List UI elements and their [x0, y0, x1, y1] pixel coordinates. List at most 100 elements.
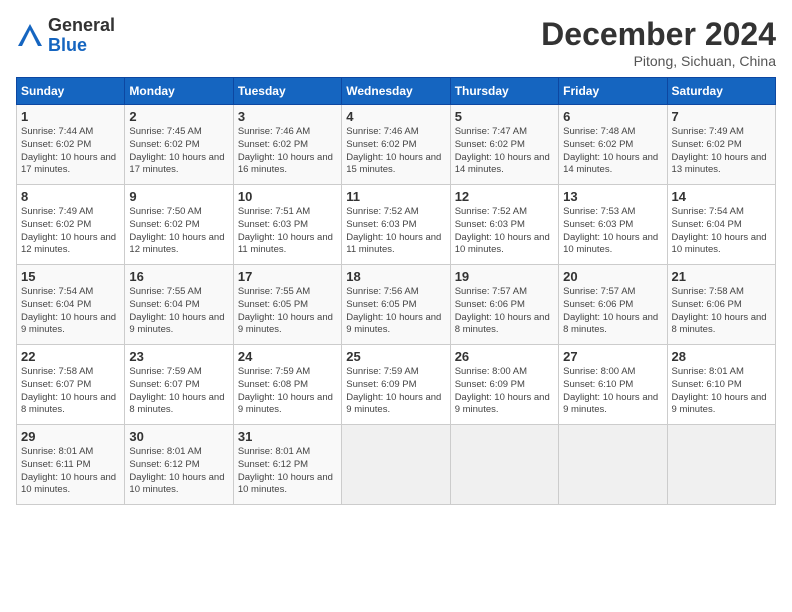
day-cell: 30 Sunrise: 8:01 AM Sunset: 6:12 PM Dayli…: [125, 425, 233, 505]
header-row: SundayMondayTuesdayWednesdayThursdayFrid…: [17, 78, 776, 105]
day-info: Sunrise: 7:49 AM Sunset: 6:02 PM Dayligh…: [672, 126, 771, 177]
day-info: Sunrise: 8:00 AM Sunset: 6:10 PM Dayligh…: [563, 366, 662, 417]
day-cell: 5 Sunrise: 7:47 AM Sunset: 6:02 PM Daylig…: [450, 105, 558, 185]
day-number: 23: [129, 349, 228, 364]
calendar-table: SundayMondayTuesdayWednesdayThursdayFrid…: [16, 77, 776, 505]
day-number: 26: [455, 349, 554, 364]
day-number: 4: [346, 109, 445, 124]
day-number: 10: [238, 189, 337, 204]
month-title: December 2024: [541, 16, 776, 53]
day-info: Sunrise: 7:52 AM Sunset: 6:03 PM Dayligh…: [455, 206, 554, 257]
day-cell: 20Sunrise: 7:57 AM Sunset: 6:06 PM Dayli…: [559, 265, 667, 345]
day-cell: 8 Sunrise: 7:49 AM Sunset: 6:02 PM Daylig…: [17, 185, 125, 265]
day-info: Sunrise: 8:01 AM Sunset: 6:11 PM Dayligh…: [21, 446, 120, 497]
day-info: Sunrise: 7:54 AM Sunset: 6:04 PM Dayligh…: [21, 286, 120, 337]
day-number: 2: [129, 109, 228, 124]
day-cell: 23 Sunrise: 7:59 AM Sunset: 6:07 PM Dayli…: [125, 345, 233, 425]
day-cell: 18 Sunrise: 7:56 AM Sunset: 6:05 PM Dayli…: [342, 265, 450, 345]
logo: General Blue: [16, 16, 115, 56]
day-number: 27: [563, 349, 662, 364]
day-cell: 13Sunrise: 7:53 AM Sunset: 6:03 PM Dayli…: [559, 185, 667, 265]
day-cell: 2 Sunrise: 7:45 AM Sunset: 6:02 PM Daylig…: [125, 105, 233, 185]
day-info: Sunrise: 7:51 AM Sunset: 6:03 PM Dayligh…: [238, 206, 337, 257]
day-number: 12: [455, 189, 554, 204]
header-cell-tuesday: Tuesday: [233, 78, 341, 105]
day-number: 19: [455, 269, 554, 284]
header-cell-sunday: Sunday: [17, 78, 125, 105]
day-info: Sunrise: 7:58 AM Sunset: 6:06 PM Dayligh…: [672, 286, 771, 337]
day-cell: 26 Sunrise: 8:00 AM Sunset: 6:09 PM Dayli…: [450, 345, 558, 425]
week-row-0: 1Sunrise: 7:44 AM Sunset: 6:02 PM Daylig…: [17, 105, 776, 185]
day-cell: 3Sunrise: 7:46 AM Sunset: 6:02 PM Daylig…: [233, 105, 341, 185]
day-info: Sunrise: 8:01 AM Sunset: 6:12 PM Dayligh…: [238, 446, 337, 497]
day-number: 3: [238, 109, 337, 124]
day-number: 24: [238, 349, 337, 364]
day-cell: 9 Sunrise: 7:50 AM Sunset: 6:02 PM Daylig…: [125, 185, 233, 265]
day-cell: [667, 425, 775, 505]
day-info: Sunrise: 7:46 AM Sunset: 6:02 PM Dayligh…: [346, 126, 445, 177]
day-number: 9: [129, 189, 228, 204]
day-cell: 22Sunrise: 7:58 AM Sunset: 6:07 PM Dayli…: [17, 345, 125, 425]
day-info: Sunrise: 7:52 AM Sunset: 6:03 PM Dayligh…: [346, 206, 445, 257]
day-cell: 28 Sunrise: 8:01 AM Sunset: 6:10 PM Dayli…: [667, 345, 775, 425]
day-info: Sunrise: 7:55 AM Sunset: 6:05 PM Dayligh…: [238, 286, 337, 337]
logo-general: General: [48, 16, 115, 36]
header-cell-wednesday: Wednesday: [342, 78, 450, 105]
day-info: Sunrise: 7:45 AM Sunset: 6:02 PM Dayligh…: [129, 126, 228, 177]
day-number: 29: [21, 429, 120, 444]
day-number: 15: [21, 269, 120, 284]
day-info: Sunrise: 7:47 AM Sunset: 6:02 PM Dayligh…: [455, 126, 554, 177]
header-cell-friday: Friday: [559, 78, 667, 105]
title-block: December 2024 Pitong, Sichuan, China: [541, 16, 776, 69]
calendar-header: SundayMondayTuesdayWednesdayThursdayFrid…: [17, 78, 776, 105]
day-cell: 16Sunrise: 7:55 AM Sunset: 6:04 PM Dayli…: [125, 265, 233, 345]
day-info: Sunrise: 7:49 AM Sunset: 6:02 PM Dayligh…: [21, 206, 120, 257]
day-cell: 17Sunrise: 7:55 AM Sunset: 6:05 PM Dayli…: [233, 265, 341, 345]
day-cell: [342, 425, 450, 505]
logo-icon: [16, 22, 44, 50]
day-info: Sunrise: 7:53 AM Sunset: 6:03 PM Dayligh…: [563, 206, 662, 257]
day-info: Sunrise: 7:56 AM Sunset: 6:05 PM Dayligh…: [346, 286, 445, 337]
day-number: 21: [672, 269, 771, 284]
day-number: 5: [455, 109, 554, 124]
header-cell-thursday: Thursday: [450, 78, 558, 105]
day-number: 16: [129, 269, 228, 284]
day-number: 6: [563, 109, 662, 124]
day-cell: 6 Sunrise: 7:48 AM Sunset: 6:02 PM Daylig…: [559, 105, 667, 185]
day-cell: 11Sunrise: 7:52 AM Sunset: 6:03 PM Dayli…: [342, 185, 450, 265]
day-info: Sunrise: 7:57 AM Sunset: 6:06 PM Dayligh…: [563, 286, 662, 337]
day-number: 28: [672, 349, 771, 364]
day-info: Sunrise: 7:50 AM Sunset: 6:02 PM Dayligh…: [129, 206, 228, 257]
day-cell: 21 Sunrise: 7:58 AM Sunset: 6:06 PM Dayli…: [667, 265, 775, 345]
day-info: Sunrise: 7:59 AM Sunset: 6:07 PM Dayligh…: [129, 366, 228, 417]
day-number: 30: [129, 429, 228, 444]
day-cell: 29 Sunrise: 8:01 AM Sunset: 6:11 PM Dayli…: [17, 425, 125, 505]
day-number: 14: [672, 189, 771, 204]
day-cell: 24Sunrise: 7:59 AM Sunset: 6:08 PM Dayli…: [233, 345, 341, 425]
day-cell: 7Sunrise: 7:49 AM Sunset: 6:02 PM Daylig…: [667, 105, 775, 185]
day-cell: 15 Sunrise: 7:54 AM Sunset: 6:04 PM Dayli…: [17, 265, 125, 345]
day-number: 18: [346, 269, 445, 284]
week-row-4: 29 Sunrise: 8:01 AM Sunset: 6:11 PM Dayli…: [17, 425, 776, 505]
day-info: Sunrise: 8:01 AM Sunset: 6:10 PM Dayligh…: [672, 366, 771, 417]
day-info: Sunrise: 7:54 AM Sunset: 6:04 PM Dayligh…: [672, 206, 771, 257]
day-cell: 27 Sunrise: 8:00 AM Sunset: 6:10 PM Dayli…: [559, 345, 667, 425]
day-cell: 19Sunrise: 7:57 AM Sunset: 6:06 PM Dayli…: [450, 265, 558, 345]
calendar-body: 1Sunrise: 7:44 AM Sunset: 6:02 PM Daylig…: [17, 105, 776, 505]
header-cell-monday: Monday: [125, 78, 233, 105]
day-number: 1: [21, 109, 120, 124]
day-number: 8: [21, 189, 120, 204]
day-info: Sunrise: 7:58 AM Sunset: 6:07 PM Dayligh…: [21, 366, 120, 417]
logo-text: General Blue: [48, 16, 115, 56]
week-row-3: 22Sunrise: 7:58 AM Sunset: 6:07 PM Dayli…: [17, 345, 776, 425]
day-info: Sunrise: 8:00 AM Sunset: 6:09 PM Dayligh…: [455, 366, 554, 417]
header-cell-saturday: Saturday: [667, 78, 775, 105]
day-cell: 14 Sunrise: 7:54 AM Sunset: 6:04 PM Dayli…: [667, 185, 775, 265]
day-cell: 12 Sunrise: 7:52 AM Sunset: 6:03 PM Dayli…: [450, 185, 558, 265]
day-info: Sunrise: 7:48 AM Sunset: 6:02 PM Dayligh…: [563, 126, 662, 177]
week-row-2: 15 Sunrise: 7:54 AM Sunset: 6:04 PM Dayli…: [17, 265, 776, 345]
day-cell: [559, 425, 667, 505]
day-number: 31: [238, 429, 337, 444]
logo-blue: Blue: [48, 36, 115, 56]
day-info: Sunrise: 8:01 AM Sunset: 6:12 PM Dayligh…: [129, 446, 228, 497]
